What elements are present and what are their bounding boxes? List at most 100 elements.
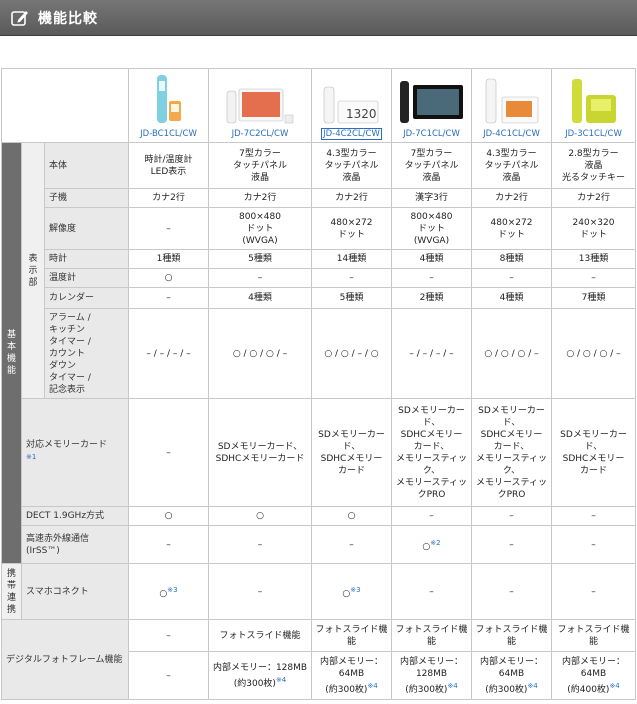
cell: – [471, 563, 552, 620]
category-label: 表示部 [28, 253, 38, 288]
cell: – [128, 525, 209, 564]
cell: 7型カラー タッチパネル 液晶 [391, 142, 472, 189]
row-label: 本体 [44, 142, 129, 189]
product-image-7c1[interactable] [392, 73, 471, 125]
product-link[interactable]: JD-7C2CL/CW [232, 129, 289, 139]
cell: ○ [128, 268, 209, 288]
cell: ○ / ○ / ○ / – [471, 308, 552, 399]
cell: 480×272 ドット [311, 207, 392, 250]
cell: フォトスライド機 能 [391, 619, 472, 652]
footnote-link[interactable]: ※3 [350, 586, 360, 594]
cell: カナ2行 [208, 188, 312, 208]
row-label: DECT 1.9GHz方式 [21, 506, 129, 526]
row-memory-card: 対応メモリーカード ※1 – SDメモリーカード、 SDHCメモリーカード SD… [2, 398, 636, 507]
product-image-bc1[interactable] [129, 73, 208, 125]
product-cell[interactable]: JD-4C1CL/CW [471, 68, 552, 143]
cell-value: – [591, 539, 596, 550]
cell-value: – [509, 586, 514, 597]
row-label: 温度計 [44, 268, 129, 288]
product-link[interactable]: JD-7C1CL/CW [403, 129, 460, 139]
product-cell[interactable]: JD-BC1CL/CW [128, 68, 209, 143]
footnote-link[interactable]: ※4 [367, 682, 377, 690]
row-label: デジタルフォトフレーム機能 [1, 619, 129, 700]
cell: SDメモリーカー ド、 SDHCメモリー カード [551, 398, 636, 507]
cell: ○※2 [391, 525, 472, 564]
product-link[interactable]: JD-BC1CL/CW [140, 129, 197, 139]
cell: 8種類 [471, 249, 552, 269]
cell: 4種類 [391, 249, 472, 269]
cell-value: – [166, 539, 171, 550]
cell: 7型カラー タッチパネル 液晶 [208, 142, 312, 189]
cell: – [311, 525, 392, 564]
row-label: 子機 [44, 188, 129, 208]
cell: – [208, 525, 312, 564]
cell: – [551, 525, 636, 564]
product-image-4c2[interactable]: 1320 [312, 73, 391, 125]
cell-value: – [257, 539, 263, 550]
cell: 14種類 [311, 249, 392, 269]
cell: – [391, 506, 472, 526]
cell: – / – / – / – [391, 308, 472, 399]
footnote-link[interactable]: ※4 [276, 676, 286, 684]
category-label: 携帯連携 [6, 568, 16, 615]
cell: 7種類 [551, 287, 636, 309]
cell: – [471, 268, 552, 288]
cell: 1種類 [128, 249, 209, 269]
row-dect: DECT 1.9GHz方式 ○ ○ ○ – – – [2, 506, 636, 526]
product-cell[interactable]: 1320 JD-4C2CL/CW [311, 68, 392, 143]
cell: ○ [128, 506, 209, 526]
product-cell[interactable]: JD-3C1CL/CW [551, 68, 636, 143]
product-header-row: JD-BC1CL/CW JD-7C2CL/CW 1320 JD-4C2CL/CW… [1, 68, 636, 143]
cell: 4種類 [208, 287, 312, 309]
cell: – [208, 563, 312, 620]
cell-value: – [429, 586, 434, 597]
cell: SDメモリーカー ド、 SDHCメモリー カード、 メモリースティッ ク、 メモ… [391, 398, 472, 507]
row-label: アラーム / キッチン タイマー / カウント ダウン タイマー / 記念表示 [44, 308, 129, 399]
product-image-4c1[interactable] [472, 73, 551, 125]
product-image-7c2[interactable] [209, 73, 311, 125]
product-link[interactable]: JD-4C1CL/CW [483, 129, 540, 139]
cell: フォトスライド機 能 [311, 619, 392, 652]
cell: – [208, 268, 312, 288]
category-display: 表示部 [21, 142, 45, 399]
cell: フォトスライド機能 [208, 619, 312, 652]
row-smartphone: 携帯連携 スマホコネクト ○※3 – ○※3 – – – [1, 563, 636, 620]
cell: – [128, 619, 209, 652]
category-label: 基本機能 [6, 330, 16, 376]
product-link-selected[interactable]: JD-4C2CL/CW [321, 128, 382, 140]
cell-value: 内部メモリー：128MB (約300枚) [212, 662, 308, 689]
footnote-link[interactable]: ※3 [167, 586, 177, 594]
cell: フォトスライド機 能 [471, 619, 552, 652]
row-clock: 時計 1種類 5種類 14種類 4種類 8種類 13種類 [2, 249, 636, 269]
cell: 4.3型カラー タッチパネル 液晶 [311, 142, 392, 189]
comparison-table-wrap: JD-BC1CL/CW JD-7C2CL/CW 1320 JD-4C2CL/CW… [1, 68, 636, 700]
cell: 内部メモリー： 64MB (約300枚)※4 [471, 651, 552, 700]
cell: ○※3 [311, 563, 392, 620]
page-header: 機能比較 [0, 0, 637, 36]
row-body: 基本機能 表示部 本体 時計/温度計 LED表示 7型カラー タッチパネル 液晶… [1, 142, 636, 564]
cell-value: – [349, 539, 354, 550]
footnote-link[interactable]: ※4 [447, 682, 457, 690]
footnote-link[interactable]: ※4 [527, 682, 537, 690]
cell: – [311, 268, 392, 288]
cell: 4.3型カラー タッチパネル 液晶 [471, 142, 552, 189]
product-image-3c1[interactable] [552, 73, 635, 125]
cell: – [128, 287, 209, 309]
product-cell[interactable]: JD-7C1CL/CW [391, 68, 472, 143]
cell: 480×272 ドット [471, 207, 552, 250]
cell: – [551, 506, 636, 526]
footnote-link[interactable]: ※2 [430, 539, 440, 547]
cell: ○ / ○ / ○ / – [551, 308, 636, 399]
product-link[interactable]: JD-3C1CL/CW [565, 129, 622, 139]
product-cell[interactable]: JD-7C2CL/CW [208, 68, 312, 143]
cell-value: – [257, 586, 263, 597]
cell: フォトスライド機能 [551, 619, 636, 652]
cell: 5種類 [311, 287, 392, 309]
footnote-link[interactable]: ※1 [26, 453, 36, 461]
cell: – [128, 207, 209, 250]
cell: 内部メモリー：128MB (約300枚)※4 [208, 651, 312, 700]
footnote-link[interactable]: ※4 [609, 682, 619, 690]
row-handset: 子機 カナ2行 カナ2行 カナ2行 漢字3行 カナ2行 カナ2行 [2, 188, 636, 208]
cell: 800×480 ドット (WVGA) [391, 207, 472, 250]
edit-icon [10, 8, 30, 28]
